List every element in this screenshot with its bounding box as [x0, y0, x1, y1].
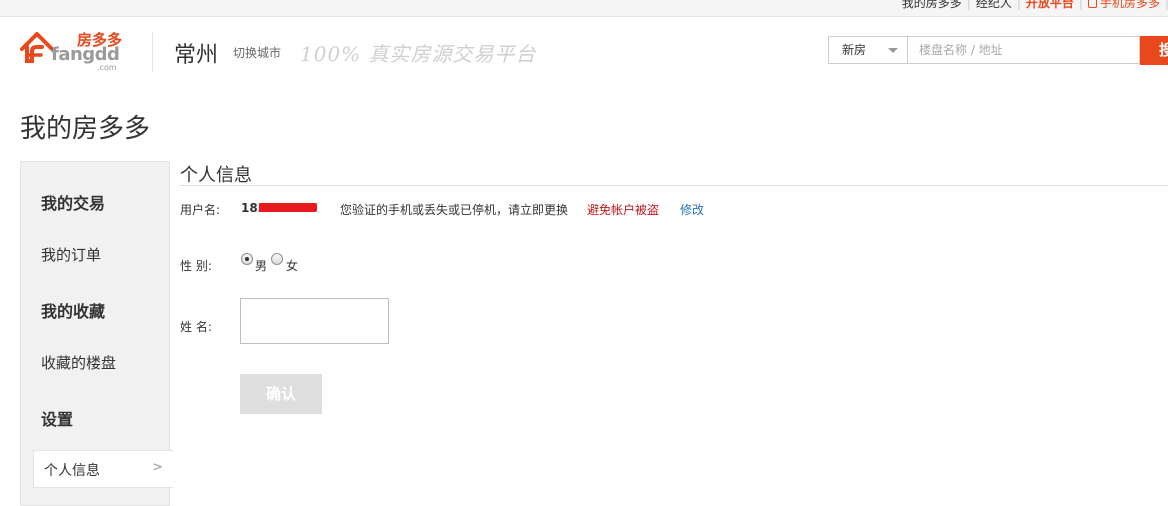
top-link-mobile[interactable]: 手机房多多: [1100, 0, 1160, 11]
divider: |: [966, 0, 971, 10]
sidebar-item-fav-buildings[interactable]: 收藏的楼盘: [41, 352, 116, 373]
logo-domain: fangdd: [51, 44, 120, 65]
top-link-agent[interactable]: 经纪人: [976, 0, 1012, 11]
phone-notice: 您验证的手机或丢失或已停机，请立即更换: [340, 203, 569, 217]
sidebar-item-label: 个人信息: [44, 463, 100, 479]
current-city: 常州: [174, 43, 219, 68]
gender-male-label: 男: [255, 259, 268, 273]
gender-label: 性 别:: [180, 259, 212, 273]
sidebar-item-my-orders[interactable]: 我的订单: [41, 244, 101, 265]
name-input[interactable]: [240, 298, 389, 344]
section-divider: [180, 185, 1168, 186]
header-divider: [152, 32, 153, 72]
gender-male-radio[interactable]: [241, 253, 253, 265]
search-type-select[interactable]: 新房: [828, 36, 908, 64]
search-type-value: 新房: [842, 43, 867, 57]
sidebar-section-settings: 设置: [41, 410, 74, 429]
edit-phone-link[interactable]: 修改: [680, 201, 704, 218]
sidebar: 我的交易 我的订单 我的收藏 收藏的楼盘 设置 个人信息 >: [20, 161, 173, 506]
username-label: 用户名:: [180, 203, 221, 217]
top-bar: 我的房多多 | 经纪人 | 开放平台 | 手机房多多 |: [0, 0, 1168, 17]
confirm-button[interactable]: 确认: [240, 374, 322, 414]
mobile-phone-icon: [1087, 0, 1097, 8]
top-link-my-fangdd[interactable]: 我的房多多: [902, 0, 962, 11]
search-bar: 新房 楼盘名称 / 地址: [828, 36, 1168, 64]
account-security-link[interactable]: 避免帐户被盗: [587, 201, 659, 218]
gender-female-label: 女: [286, 259, 299, 273]
name-label: 姓 名:: [180, 320, 212, 334]
gender-female-radio[interactable]: [271, 253, 283, 265]
switch-city-link[interactable]: 切换城市: [233, 44, 281, 61]
search-input[interactable]: 楼盘名称 / 地址: [908, 36, 1140, 64]
redacted-phone: [259, 203, 317, 212]
sidebar-section-favorites: 我的收藏: [41, 302, 106, 321]
logo-com: .com: [97, 63, 117, 72]
page-title: 我的房多多: [20, 114, 151, 144]
chevron-right-icon: >: [152, 460, 163, 475]
search-button[interactable]: 搜: [1140, 36, 1168, 65]
top-link-open-platform[interactable]: 开放平台: [1026, 0, 1074, 11]
fangdd-logo[interactable]: 房多多 fangdd .com: [19, 29, 131, 73]
divider: |: [1078, 0, 1083, 10]
divider: |: [1016, 0, 1021, 10]
chevron-down-icon: [888, 48, 898, 53]
sidebar-item-personal-info[interactable]: 个人信息 >: [33, 450, 173, 488]
sidebar-section-trade: 我的交易: [41, 194, 106, 213]
section-title: 个人信息: [180, 165, 252, 186]
slogan: 100% 真实房源交易平台: [300, 42, 537, 66]
top-links: 我的房多多 | 经纪人 | 开放平台 | 手机房多多 |: [902, 0, 1168, 11]
